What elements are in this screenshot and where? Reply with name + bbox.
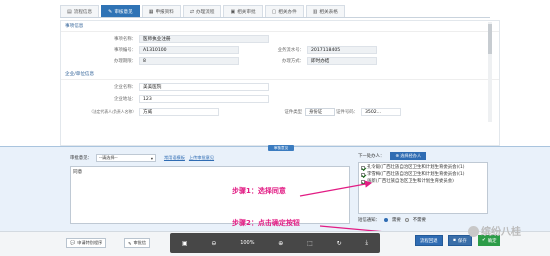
matter-code-value: A1310100 <box>139 46 239 54</box>
tab-review-opinion[interactable]: ✎ 审核意见 <box>101 5 140 17</box>
special-procedure-button[interactable]: 💬 申请特别程序 <box>66 238 107 248</box>
checkbox[interactable] <box>361 166 365 170</box>
deadline-row: 办理期限： 8 <box>101 57 239 65</box>
flow-back-button[interactable]: 流程回退 <box>415 235 443 246</box>
opinion-select[interactable]: --请选择-- ▾ <box>95 154 156 162</box>
matter-section-title: 事项信息 <box>61 21 499 32</box>
matter-code-label: 事项编号： <box>114 48 136 53</box>
step2-callout: 步骤2：点击确定按钮 <box>232 219 300 227</box>
file-icon: ▢ <box>271 8 277 15</box>
handle-type-label: 办理方式： <box>282 59 304 64</box>
chat-icon: 💬 <box>70 240 76 245</box>
matter-form: 事项信息 事项名称： 医师执业注册 事项编号： A1310100 业务流水号： … <box>60 20 500 146</box>
list-item[interactable]: 李雪梅(广西壮族自治区卫生和计划生育委员会)(1) <box>361 172 485 177</box>
zoom-level: 100% <box>240 240 255 246</box>
enterprise-name-input[interactable]: 美美医院 <box>139 83 269 91</box>
next-handler-header: 下一处办人： ⊕ 选择经办人 <box>358 152 488 160</box>
zoom-out-icon[interactable]: ⊖ <box>211 240 216 247</box>
flow-icon: ⇄ <box>189 8 195 15</box>
enterprise-name-label: 企业名称： <box>114 85 136 90</box>
tab-related-files[interactable]: ▢ 相关办件 <box>264 5 304 17</box>
enterprise-address-row: 企业地址： 123 <box>101 95 269 103</box>
legal-rep-row: （法定代表人/负责人名称） 方威 <box>79 108 219 116</box>
table-icon: ▥ <box>312 8 318 15</box>
image-viewer-bar: ▣ ⊖ 100% ⊕ ⬚ ↻ ⤓ <box>170 233 380 253</box>
checkbox[interactable] <box>361 180 365 184</box>
list-item[interactable]: 张新(广西壮族自治区卫生和计划生育委员会) <box>361 179 485 184</box>
cert-type-row: 证件类型 身份证 证件号码： 3502... <box>277 108 401 116</box>
enterprise-address-label: 企业地址： <box>114 97 136 102</box>
tab-related-tables[interactable]: ▥ 相关表格 <box>305 5 345 17</box>
approval-letter-button[interactable]: ✎ 审批信 <box>124 238 151 248</box>
approve-icon: ▣ <box>230 8 236 15</box>
deadline-label: 办理期限： <box>114 59 136 64</box>
watermark-logo-icon <box>468 226 479 237</box>
chevron-down-icon: ▾ <box>150 155 153 161</box>
tab-related-approval[interactable]: ▣ 相关审批 <box>223 5 263 17</box>
business-no-label: 业务流水号： <box>277 48 304 53</box>
next-handler-panel: 下一处办人： ⊕ 选择经办人 孔令毅(广西壮族自治区卫生和计划生育委员会)(1)… <box>358 152 488 230</box>
checkbox[interactable] <box>361 173 365 177</box>
enterprise-name-row: 企业名称： 美美医院 <box>101 83 269 91</box>
check-icon: ✔ <box>482 238 486 243</box>
common-phrase-link[interactable]: 常用语模板 <box>164 155 185 161</box>
add-user-icon: ⊕ <box>395 153 399 158</box>
edit-icon: ✎ <box>128 240 132 246</box>
opinion-label: 审批意见： <box>70 156 92 161</box>
image-icon[interactable]: ▣ <box>182 240 188 247</box>
rotate-icon[interactable]: ↻ <box>337 240 342 247</box>
save-icon: ▪ <box>453 238 456 243</box>
enterprise-section-title: 企业/单位信息 <box>61 69 499 80</box>
list-item[interactable]: 孔令毅(广西壮族自治区卫生和计划生育委员会)(1) <box>361 165 485 170</box>
form-scroll-thumb[interactable] <box>488 24 492 54</box>
tab-bar: ▤ 流程信息 ✎ 审核意见 ▦ 申报资料 ⇄ 办理流程 ▣ 相关审批 ▢ 相关办件 ▥ 相关表… <box>60 5 490 18</box>
opinion-select-row: 审批意见： --请选择-- ▾ 常用语模板 上传审批意见 <box>70 154 214 162</box>
watermark: 缤纷八桂 <box>468 223 521 238</box>
matter-code-row: 事项编号： A1310100 <box>101 46 239 54</box>
legal-rep-input[interactable]: 方威 <box>139 108 219 116</box>
sms-yes-radio[interactable] <box>383 218 388 222</box>
opinion-textarea[interactable]: 同意 <box>70 166 350 224</box>
step1-callout: 步骤1：选择同意 <box>232 187 286 195</box>
download-icon[interactable]: ⤓ <box>365 239 368 247</box>
tab-submitted-materials[interactable]: ▦ 申报资料 <box>141 5 181 17</box>
sms-label: 短信通知： <box>358 218 380 223</box>
tab-process-info[interactable]: ▤ 流程信息 <box>60 5 100 17</box>
sms-no-radio[interactable] <box>404 218 409 222</box>
business-no-value: 2017118405 <box>307 46 377 54</box>
tab-process-flow[interactable]: ⇄ 办理流程 <box>182 5 222 17</box>
info-icon: ▤ <box>67 8 72 15</box>
next-handler-label: 下一处办人： <box>358 154 385 159</box>
cert-no-input[interactable]: 3502... <box>361 108 401 116</box>
zoom-in-icon[interactable]: ⊕ <box>278 240 283 247</box>
fit-screen-icon[interactable]: ⬚ <box>307 240 313 247</box>
doc-icon: ▦ <box>148 8 154 15</box>
deadline-value: 8 <box>139 57 239 65</box>
business-no-row: 业务流水号： 2017118405 <box>269 46 377 54</box>
review-collapse-button[interactable]: 审核意见 <box>268 145 294 151</box>
cert-type-select[interactable]: 身份证 <box>305 108 335 116</box>
matter-name-label: 事项名称： <box>114 37 136 42</box>
cert-no-label: 证件号码： <box>336 110 358 115</box>
enterprise-address-input[interactable]: 123 <box>139 95 269 103</box>
matter-name-row: 事项名称： 医师执业注册 <box>101 35 269 43</box>
cert-type-label: 证件类型 <box>284 110 302 115</box>
matter-name-value: 医师执业注册 <box>139 35 269 43</box>
select-handler-button[interactable]: ⊕ 选择经办人 <box>390 152 427 160</box>
legal-rep-label: （法定代表人/负责人名称） <box>89 109 136 114</box>
handle-type-row: 办理方式： 即时办结 <box>269 57 377 65</box>
upload-opinion-link[interactable]: 上传审批意见 <box>189 155 214 161</box>
handle-type-value: 即时办结 <box>307 57 377 65</box>
edit-icon: ✎ <box>108 8 113 15</box>
handler-list: 孔令毅(广西壮族自治区卫生和计划生育委员会)(1) 李雪梅(广西壮族自治区卫生和… <box>358 162 488 214</box>
